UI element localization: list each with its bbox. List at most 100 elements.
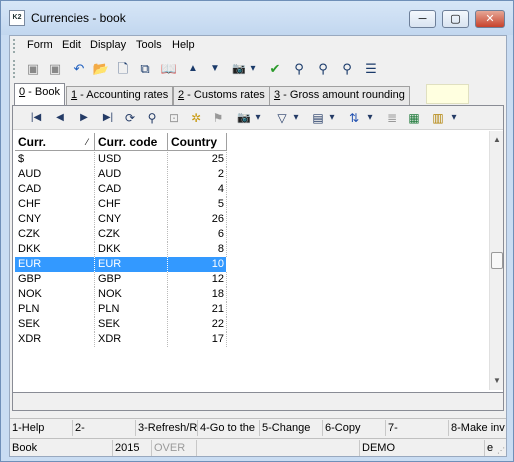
table-row[interactable]: CHF CHF 5: [15, 197, 227, 212]
binoculars-plus-icon[interactable]: ⚲: [338, 60, 356, 78]
scrollbar-thumb[interactable]: [491, 252, 503, 269]
menu-tools[interactable]: Tools: [136, 39, 162, 51]
column-header-curr-code[interactable]: Curr. code: [95, 133, 168, 151]
cell-curr-code[interactable]: SEK: [95, 317, 168, 332]
table-row[interactable]: CAD CAD 4: [15, 182, 227, 197]
save-all-icon[interactable]: ▣: [46, 60, 64, 78]
cell-country[interactable]: 10: [168, 257, 227, 272]
scroll-down-icon[interactable]: ▼: [490, 374, 504, 388]
new-document-icon[interactable]: 🗋: [114, 60, 132, 78]
columns-dropdown-icon[interactable]: ▾: [327, 109, 337, 127]
cell-country[interactable]: 5: [168, 197, 227, 212]
cell-curr[interactable]: SEK: [15, 317, 95, 332]
fkey-2[interactable]: 2-: [73, 420, 136, 436]
menu-form[interactable]: Form: [27, 39, 53, 51]
toolbar-grip-handle[interactable]: [13, 60, 17, 78]
cell-country[interactable]: 21: [168, 302, 227, 317]
column-header-country[interactable]: Country: [168, 133, 227, 151]
tag-icon[interactable]: ⚑: [209, 109, 227, 127]
menu-display[interactable]: Display: [90, 39, 126, 51]
table-row[interactable]: GBP GBP 12: [15, 272, 227, 287]
tab-customs-rates[interactable]: 2 - Customs rates: [173, 86, 270, 105]
table-row[interactable]: XDR XDR 17: [15, 332, 227, 347]
sort-dropdown-icon[interactable]: ▾: [365, 109, 375, 127]
table-row[interactable]: $ USD 25: [15, 152, 227, 167]
filter-icon[interactable]: ▽: [273, 109, 291, 127]
filter-dropdown-icon[interactable]: ▾: [291, 109, 301, 127]
column-header-curr[interactable]: Curr. ⁄: [15, 133, 95, 151]
excel-icon[interactable]: ▦: [405, 109, 423, 127]
report-dropdown-icon[interactable]: ▾: [449, 109, 459, 127]
cell-curr[interactable]: PLN: [15, 302, 95, 317]
camera-icon[interactable]: 📷: [235, 109, 253, 127]
table-row[interactable]: AUD AUD 2: [15, 167, 227, 182]
tab-book[interactable]: 0 - Book: [14, 83, 65, 105]
copy-document-icon[interactable]: ⧉: [136, 60, 154, 78]
table-row[interactable]: DKK DKK 8: [15, 242, 227, 257]
title-bar[interactable]: K2 Currencies - book ─ ▢ ✕: [1, 1, 513, 35]
list-icon[interactable]: ≣: [383, 109, 401, 127]
last-record-icon[interactable]: ▶|: [99, 109, 117, 127]
previous-record-icon[interactable]: ◀: [51, 109, 69, 127]
cell-curr-code[interactable]: CHF: [95, 197, 168, 212]
menu-grip-handle[interactable]: [13, 39, 17, 53]
binoculars-icon[interactable]: ⚲: [290, 60, 308, 78]
cell-curr-code[interactable]: NOK: [95, 287, 168, 302]
cell-country[interactable]: 18: [168, 287, 227, 302]
filter-green-icon[interactable]: ✔: [266, 60, 284, 78]
undo-icon[interactable]: ↶: [70, 60, 88, 78]
arrow-up-icon[interactable]: ▲: [184, 60, 202, 78]
app-icon[interactable]: K2: [9, 10, 25, 26]
sort-az-icon[interactable]: ⇅: [345, 109, 363, 127]
first-record-icon[interactable]: |◀: [27, 109, 45, 127]
cell-curr[interactable]: NOK: [15, 287, 95, 302]
cell-country[interactable]: 17: [168, 332, 227, 347]
cell-curr-code[interactable]: USD: [95, 152, 168, 167]
table-row[interactable]: CZK CZK 6: [15, 227, 227, 242]
cell-curr-code[interactable]: DKK: [95, 242, 168, 257]
minimize-button[interactable]: ─: [409, 10, 436, 28]
menu-edit[interactable]: Edit: [62, 39, 81, 51]
currency-grid[interactable]: Curr. ⁄ Curr. code Country $ USD 25 AUD AUD 2 C…: [15, 133, 491, 393]
fkey-refresh[interactable]: 3-Refresh/R: [136, 420, 198, 436]
cell-country[interactable]: 22: [168, 317, 227, 332]
arrow-down-icon[interactable]: ▼: [206, 60, 224, 78]
fkey-7[interactable]: 7-: [386, 420, 449, 436]
cell-curr-code[interactable]: CZK: [95, 227, 168, 242]
cell-country[interactable]: 25: [168, 152, 227, 167]
camera-dropdown-icon[interactable]: ▾: [248, 60, 258, 78]
save-icon[interactable]: ▣: [24, 60, 42, 78]
table-row[interactable]: PLN PLN 21: [15, 302, 227, 317]
camera-icon[interactable]: 📷: [230, 60, 248, 78]
cell-curr[interactable]: DKK: [15, 242, 95, 257]
maximize-button[interactable]: ▢: [442, 10, 469, 28]
tab-accounting-rates[interactable]: 1 - Accounting rates: [66, 86, 174, 105]
search-icon[interactable]: ⚲: [143, 109, 161, 127]
table-row[interactable]: CNY CNY 26: [15, 212, 227, 227]
cell-curr[interactable]: GBP: [15, 272, 95, 287]
tab-gross-amount-rounding[interactable]: 3 - Gross amount rounding: [269, 86, 410, 105]
cell-country[interactable]: 2: [168, 167, 227, 182]
fkey-change[interactable]: 5-Change: [260, 420, 323, 436]
table-row[interactable]: SEK SEK 22: [15, 317, 227, 332]
cell-curr-code[interactable]: EUR: [95, 257, 168, 272]
binoculars-next-icon[interactable]: ⚲: [314, 60, 332, 78]
vertical-scrollbar[interactable]: ▲ ▼: [489, 131, 503, 390]
book-icon[interactable]: 📖: [160, 60, 178, 78]
cell-country[interactable]: 6: [168, 227, 227, 242]
menu-lines-icon[interactable]: ☰: [362, 60, 380, 78]
cell-curr[interactable]: XDR: [15, 332, 95, 347]
cell-curr[interactable]: CNY: [15, 212, 95, 227]
cell-country[interactable]: 12: [168, 272, 227, 287]
cell-country[interactable]: 26: [168, 212, 227, 227]
refresh-icon[interactable]: ⟳: [121, 109, 139, 127]
cell-country[interactable]: 8: [168, 242, 227, 257]
cell-curr[interactable]: EUR: [15, 257, 95, 272]
table-row[interactable]: NOK NOK 18: [15, 287, 227, 302]
cell-curr-code[interactable]: XDR: [95, 332, 168, 347]
cell-curr-code[interactable]: CNY: [95, 212, 168, 227]
fkey-make-inv[interactable]: 8-Make inv: [449, 420, 506, 436]
cell-curr-code[interactable]: AUD: [95, 167, 168, 182]
cell-curr-code[interactable]: GBP: [95, 272, 168, 287]
fkey-copy[interactable]: 6-Copy: [323, 420, 386, 436]
